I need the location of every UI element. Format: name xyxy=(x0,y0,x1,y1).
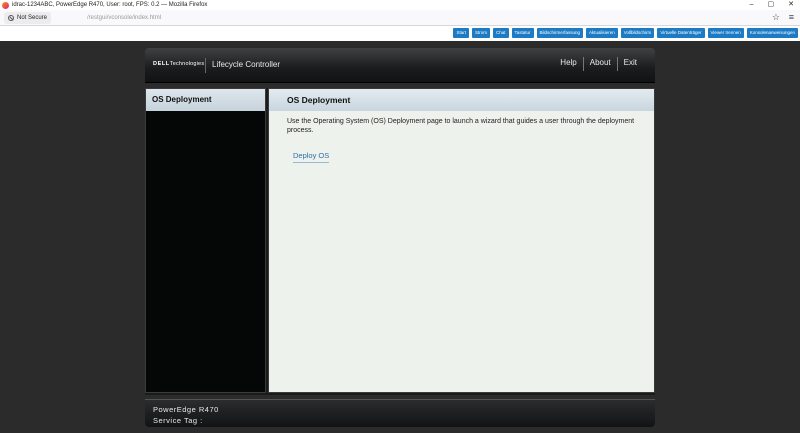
security-label: Not Secure xyxy=(17,14,48,21)
window-titlebar: idrac-1234ABC, PowerEdge R470, User: roo… xyxy=(0,0,800,10)
window-title: idrac-1234ABC, PowerEdge R470, User: roo… xyxy=(12,2,208,8)
keyboard-button[interactable]: Tastatur xyxy=(511,28,534,38)
exit-link[interactable]: Exit xyxy=(618,57,643,71)
fullscreen-button[interactable]: Vollbildschirm xyxy=(620,28,655,38)
start-button[interactable]: Start xyxy=(453,28,469,38)
nav-item-os-deployment[interactable]: OS Deployment xyxy=(146,89,265,111)
screen-capture-button[interactable]: Bildschirmerfassung xyxy=(536,28,584,38)
lc-header: DELLTechnologies Lifecycle Controller He… xyxy=(145,48,655,83)
address-bar: Not Secure /restgui/vconsole/index.html … xyxy=(0,10,800,26)
page-title: OS Deployment xyxy=(269,89,654,111)
not-secure-icon xyxy=(8,14,14,21)
dell-logo: DELLTechnologies xyxy=(153,61,205,67)
star-icon[interactable]: ☆ xyxy=(772,12,780,23)
lc-footer: PowerEdge R470 Service Tag : xyxy=(145,399,655,427)
chat-button[interactable]: Chat xyxy=(492,28,509,38)
header-links: Help About Exit xyxy=(554,57,643,71)
service-tag: Service Tag : xyxy=(153,416,203,425)
lc-body: OS Deployment OS Deployment Use the Oper… xyxy=(145,88,655,395)
console-toolbar: Start Strom Chat Tastatur Bildschirmerfa… xyxy=(0,26,800,41)
hamburger-menu-icon[interactable]: ≡ xyxy=(789,12,794,22)
refresh-button[interactable]: Aktualisieren xyxy=(586,28,618,38)
toolbar-buttons: Start Strom Chat Tastatur Bildschirmerfa… xyxy=(453,28,798,38)
power-button[interactable]: Strom xyxy=(471,28,490,38)
disconnect-viewer-button[interactable]: Viewer trennen xyxy=(707,28,744,38)
window-controls: – ▢ ✕ xyxy=(750,0,794,10)
close-button[interactable]: ✕ xyxy=(788,0,794,10)
header-divider xyxy=(205,58,206,73)
help-link[interactable]: Help xyxy=(554,57,582,71)
firefox-icon xyxy=(2,1,9,9)
page-description: Use the Operating System (OS) Deployment… xyxy=(287,118,635,134)
server-model: PowerEdge R470 xyxy=(153,405,219,414)
content-panel: OS Deployment Use the Operating System (… xyxy=(268,88,655,393)
url-text[interactable]: /restgui/vconsole/index.html xyxy=(87,15,161,21)
security-indicator[interactable]: Not Secure xyxy=(4,11,52,24)
maximize-button[interactable]: ▢ xyxy=(768,0,775,10)
virtual-media-button[interactable]: Virtuelle Datenträger xyxy=(657,28,705,38)
about-link[interactable]: About xyxy=(584,57,617,71)
deploy-os-link[interactable]: Deploy OS xyxy=(293,151,330,163)
minimize-button[interactable]: – xyxy=(750,0,754,10)
console-instructions-button[interactable]: Konsolenanweisungen xyxy=(746,28,798,38)
left-nav-panel: OS Deployment xyxy=(145,88,266,393)
app-title: Lifecycle Controller xyxy=(212,60,281,69)
